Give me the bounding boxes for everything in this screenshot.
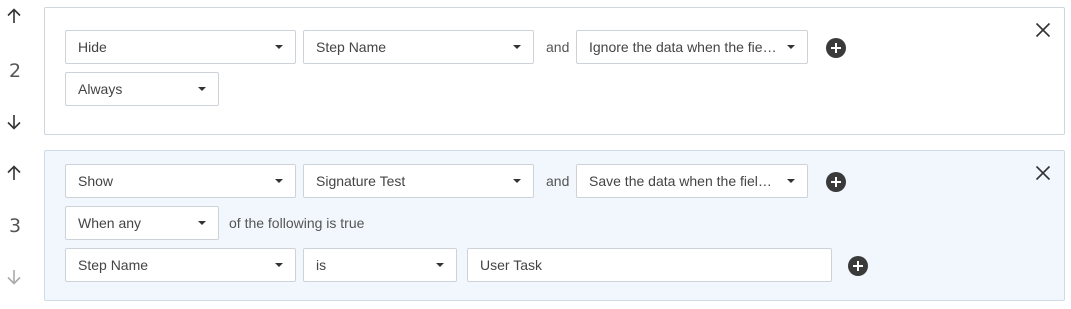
step-controls: 2 — [0, 0, 30, 140]
target-value: Signature Test — [316, 173, 406, 189]
caret-down-icon — [513, 45, 521, 49]
condition-field-value: Step Name — [78, 257, 149, 273]
arrow-up-icon[interactable] — [5, 7, 23, 25]
caret-down-icon — [787, 179, 795, 183]
condition-mode-select[interactable]: When any — [65, 206, 219, 240]
data-option-select[interactable]: Ignore the data when the field is hidden — [576, 30, 808, 64]
connector-label: and — [546, 173, 570, 189]
action-value: Show — [78, 173, 114, 189]
step-number: 2 — [8, 60, 22, 82]
caret-down-icon — [275, 263, 283, 267]
action-value: Hide — [78, 39, 107, 55]
condition-value-input[interactable]: User Task — [467, 248, 832, 282]
condition-mode-value: Always — [78, 81, 123, 97]
step-number: 3 — [8, 215, 22, 237]
action-select[interactable]: Hide — [65, 30, 296, 64]
condition-mode-value: When any — [78, 215, 142, 231]
target-select[interactable]: Signature Test — [303, 164, 534, 198]
caret-down-icon — [275, 45, 283, 49]
rule-card-active: Show Signature Test and Save the data wh… — [44, 150, 1065, 301]
add-action-button[interactable] — [826, 38, 846, 58]
caret-down-icon — [787, 45, 795, 49]
condition-operator-value: is — [316, 257, 327, 273]
arrow-down-icon — [5, 268, 23, 286]
action-select[interactable]: Show — [65, 164, 296, 198]
arrow-up-icon[interactable] — [5, 164, 23, 182]
condition-suffix-label: of the following is true — [229, 215, 365, 231]
connector-label: and — [546, 39, 570, 55]
data-option-select[interactable]: Save the data when the field is hidden — [576, 164, 808, 198]
condition-operator-select[interactable]: is — [303, 248, 457, 282]
rule-row-3: 3 Show Signature Test and Save the data … — [0, 144, 1071, 309]
rule-card: Hide Step Name and Ignore the data when … — [44, 7, 1065, 135]
close-icon[interactable] — [1034, 21, 1052, 39]
data-option-value: Save the data when the field is hidden — [589, 173, 777, 189]
add-action-button[interactable] — [826, 172, 846, 192]
caret-down-icon — [198, 87, 206, 91]
caret-down-icon — [198, 221, 206, 225]
target-select[interactable]: Step Name — [303, 30, 534, 64]
arrow-down-icon[interactable] — [5, 113, 23, 131]
condition-field-select[interactable]: Step Name — [65, 248, 296, 282]
data-option-value: Ignore the data when the field is hidden — [589, 39, 777, 55]
step-controls: 3 — [0, 144, 30, 309]
condition-mode-select[interactable]: Always — [65, 72, 219, 106]
add-condition-button[interactable] — [848, 256, 868, 276]
caret-down-icon — [275, 179, 283, 183]
caret-down-icon — [436, 263, 444, 267]
caret-down-icon — [513, 179, 521, 183]
target-value: Step Name — [316, 39, 387, 55]
close-icon[interactable] — [1034, 164, 1052, 182]
rule-row-2: 2 Hide Step Name and Ignore the data whe… — [0, 0, 1071, 140]
